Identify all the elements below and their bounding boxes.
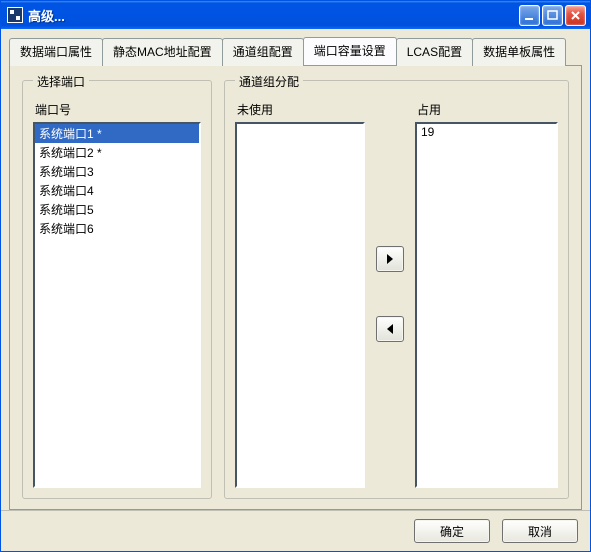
titlebar[interactable]: 高级... bbox=[1, 1, 590, 29]
arrow-left-icon bbox=[386, 324, 394, 334]
list-item[interactable]: 系统端口1 * bbox=[35, 124, 199, 143]
arrow-right-icon bbox=[386, 254, 394, 264]
window-title: 高级... bbox=[28, 6, 519, 25]
maximize-icon bbox=[547, 10, 558, 21]
groupbox-legend: 选择端口 bbox=[33, 73, 89, 90]
list-item[interactable]: 系统端口5 bbox=[35, 200, 199, 219]
button-label: 确定 bbox=[440, 523, 464, 540]
tab-data-board-attr[interactable]: 数据单板属性 bbox=[472, 38, 566, 66]
tab-channel-group[interactable]: 通道组配置 bbox=[222, 38, 304, 66]
tab-label: 通道组配置 bbox=[233, 45, 293, 59]
button-label: 取消 bbox=[528, 523, 552, 540]
groupbox-channel-assign: 通道组分配 未使用 bbox=[224, 80, 569, 499]
move-left-button[interactable] bbox=[376, 316, 404, 342]
unused-label: 未使用 bbox=[237, 101, 365, 118]
tab-label: LCAS配置 bbox=[407, 45, 462, 59]
groupbox-legend: 通道组分配 bbox=[235, 73, 303, 90]
minimize-icon bbox=[524, 10, 535, 21]
minimize-button[interactable] bbox=[519, 5, 540, 26]
used-column: 占用 19 bbox=[415, 99, 558, 488]
unused-listbox[interactable] bbox=[235, 122, 365, 488]
tab-label: 端口容量设置 bbox=[314, 44, 386, 58]
tab-label: 数据端口属性 bbox=[20, 45, 92, 59]
port-column-label: 端口号 bbox=[35, 101, 201, 118]
tab-port-capacity[interactable]: 端口容量设置 bbox=[303, 37, 397, 65]
maximize-button[interactable] bbox=[542, 5, 563, 26]
tab-panel: 选择端口 端口号 系统端口1 *系统端口2 *系统端口3系统端口4系统端口5系统… bbox=[9, 65, 582, 510]
unused-column: 未使用 bbox=[235, 99, 365, 488]
list-item[interactable]: 系统端口4 bbox=[35, 181, 199, 200]
port-listbox[interactable]: 系统端口1 *系统端口2 *系统端口3系统端口4系统端口5系统端口6 bbox=[33, 122, 201, 488]
list-item[interactable]: 19 bbox=[417, 124, 556, 140]
assign-columns: 未使用 bbox=[235, 99, 558, 488]
tab-lcas[interactable]: LCAS配置 bbox=[396, 38, 473, 66]
used-label: 占用 bbox=[417, 101, 558, 118]
client-area: 数据端口属性 静态MAC地址配置 通道组配置 端口容量设置 LCAS配置 数据单… bbox=[1, 29, 590, 551]
tabstrip: 数据端口属性 静态MAC地址配置 通道组配置 端口容量设置 LCAS配置 数据单… bbox=[1, 29, 590, 65]
move-right-button[interactable] bbox=[376, 246, 404, 272]
tab-label: 数据单板属性 bbox=[483, 45, 555, 59]
list-item[interactable]: 系统端口2 * bbox=[35, 143, 199, 162]
dialog-window: 高级... 数据端口属性 静态MAC地址配置 通道组配置 bbox=[0, 0, 591, 552]
close-icon bbox=[570, 10, 581, 21]
list-item[interactable]: 系统端口3 bbox=[35, 162, 199, 181]
close-button[interactable] bbox=[565, 5, 586, 26]
app-icon bbox=[7, 7, 23, 23]
list-item[interactable]: 系统端口6 bbox=[35, 219, 199, 238]
dialog-footer: 确定 取消 bbox=[1, 510, 590, 551]
groupbox-select-port: 选择端口 端口号 系统端口1 *系统端口2 *系统端口3系统端口4系统端口5系统… bbox=[22, 80, 212, 499]
used-listbox[interactable]: 19 bbox=[415, 122, 558, 488]
tab-data-port-attr[interactable]: 数据端口属性 bbox=[9, 38, 103, 66]
cancel-button[interactable]: 取消 bbox=[502, 519, 578, 543]
tab-label: 静态MAC地址配置 bbox=[113, 45, 212, 59]
ok-button[interactable]: 确定 bbox=[414, 519, 490, 543]
transfer-buttons-column bbox=[373, 99, 407, 488]
window-buttons bbox=[519, 5, 586, 26]
tab-static-mac[interactable]: 静态MAC地址配置 bbox=[102, 38, 223, 66]
